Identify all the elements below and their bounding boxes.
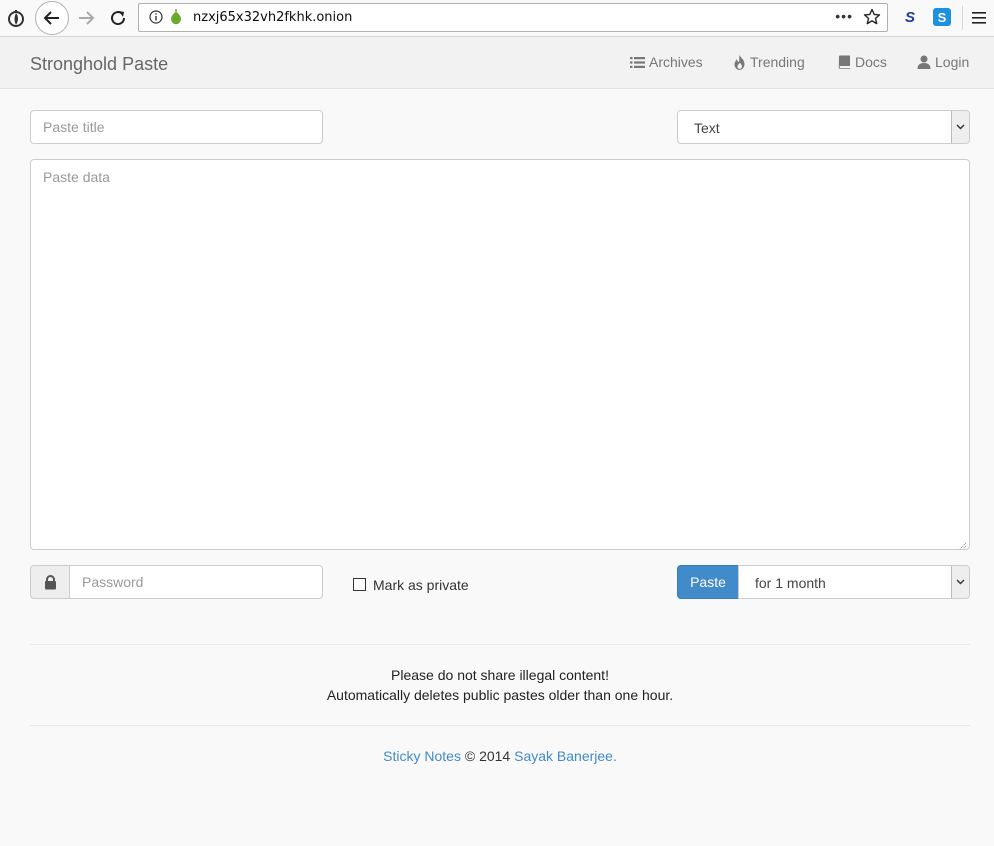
paste-data-textarea[interactable] xyxy=(30,159,970,550)
private-label[interactable]: Mark as private xyxy=(373,577,469,593)
browser-toolbar: nzxj65x32vh2fkhk.onion ••• S S xyxy=(0,0,994,37)
footer: Sticky Notes © 2014 Sayak Banerjee. xyxy=(30,748,970,764)
tor-onion-icon[interactable] xyxy=(5,7,27,29)
password-input[interactable] xyxy=(69,565,323,599)
page-actions-icon[interactable]: ••• xyxy=(835,8,853,24)
extension-s-icon[interactable]: S xyxy=(901,8,919,26)
nav-login-label: Login xyxy=(935,54,970,70)
site-brand[interactable]: Stronghold Paste xyxy=(30,54,168,75)
password-group xyxy=(30,565,323,599)
info-icon[interactable] xyxy=(149,10,163,24)
arrow-right-icon xyxy=(79,11,95,25)
notice-auto-delete: Automatically deletes public pastes olde… xyxy=(326,687,674,703)
user-icon xyxy=(917,55,931,69)
footer-author-link[interactable]: Sayak Banerjee. xyxy=(514,748,617,764)
divider xyxy=(30,725,970,726)
language-select-value: Text xyxy=(694,120,720,136)
reload-button[interactable] xyxy=(106,6,130,30)
forward-button[interactable] xyxy=(74,6,98,30)
url-bar[interactable]: nzxj65x32vh2fkhk.onion ••• xyxy=(138,3,888,32)
arrow-left-icon xyxy=(43,11,59,25)
nav-docs-label: Docs xyxy=(855,54,887,70)
back-button[interactable] xyxy=(35,1,69,35)
submit-group: Paste for 1 month xyxy=(677,565,970,599)
divider xyxy=(30,644,970,645)
nav-trending[interactable]: Trending xyxy=(733,54,805,70)
reload-icon xyxy=(111,11,126,26)
paste-title-input[interactable] xyxy=(30,110,323,144)
footer-copyright: © 2014 xyxy=(464,748,511,764)
expiration-select-value: for 1 month xyxy=(755,575,826,591)
site-navbar: Stronghold Paste Archives Trending Docs … xyxy=(0,37,994,89)
footer-project-link[interactable]: Sticky Notes xyxy=(383,748,461,764)
nav-archives[interactable]: Archives xyxy=(630,54,703,70)
nav-docs[interactable]: Docs xyxy=(838,54,887,70)
onion-site-icon xyxy=(169,9,183,25)
nav-trending-label: Trending xyxy=(750,54,805,70)
language-select[interactable]: Text xyxy=(677,110,970,144)
paste-button[interactable]: Paste xyxy=(677,565,739,599)
private-checkbox[interactable] xyxy=(353,578,366,591)
fire-icon xyxy=(734,54,745,70)
book-icon xyxy=(838,55,850,69)
url-text: nzxj65x32vh2fkhk.onion xyxy=(193,10,353,25)
chevron-down-icon[interactable] xyxy=(951,111,969,143)
hamburger-menu-icon[interactable] xyxy=(970,8,990,28)
nav-login[interactable]: Login xyxy=(917,54,969,70)
toolbar-separator xyxy=(962,6,963,30)
extension-skype-icon[interactable]: S xyxy=(933,8,951,26)
bookmark-star-icon[interactable] xyxy=(863,8,881,26)
chevron-down-icon[interactable] xyxy=(951,566,969,598)
expiration-select[interactable]: for 1 month xyxy=(738,565,970,599)
list-icon xyxy=(630,56,645,68)
nav-archives-label: Archives xyxy=(649,54,703,70)
lock-icon xyxy=(30,565,70,599)
resize-grip-icon[interactable] xyxy=(957,537,967,550)
notice-illegal: Please do not share illegal content! xyxy=(391,667,609,683)
